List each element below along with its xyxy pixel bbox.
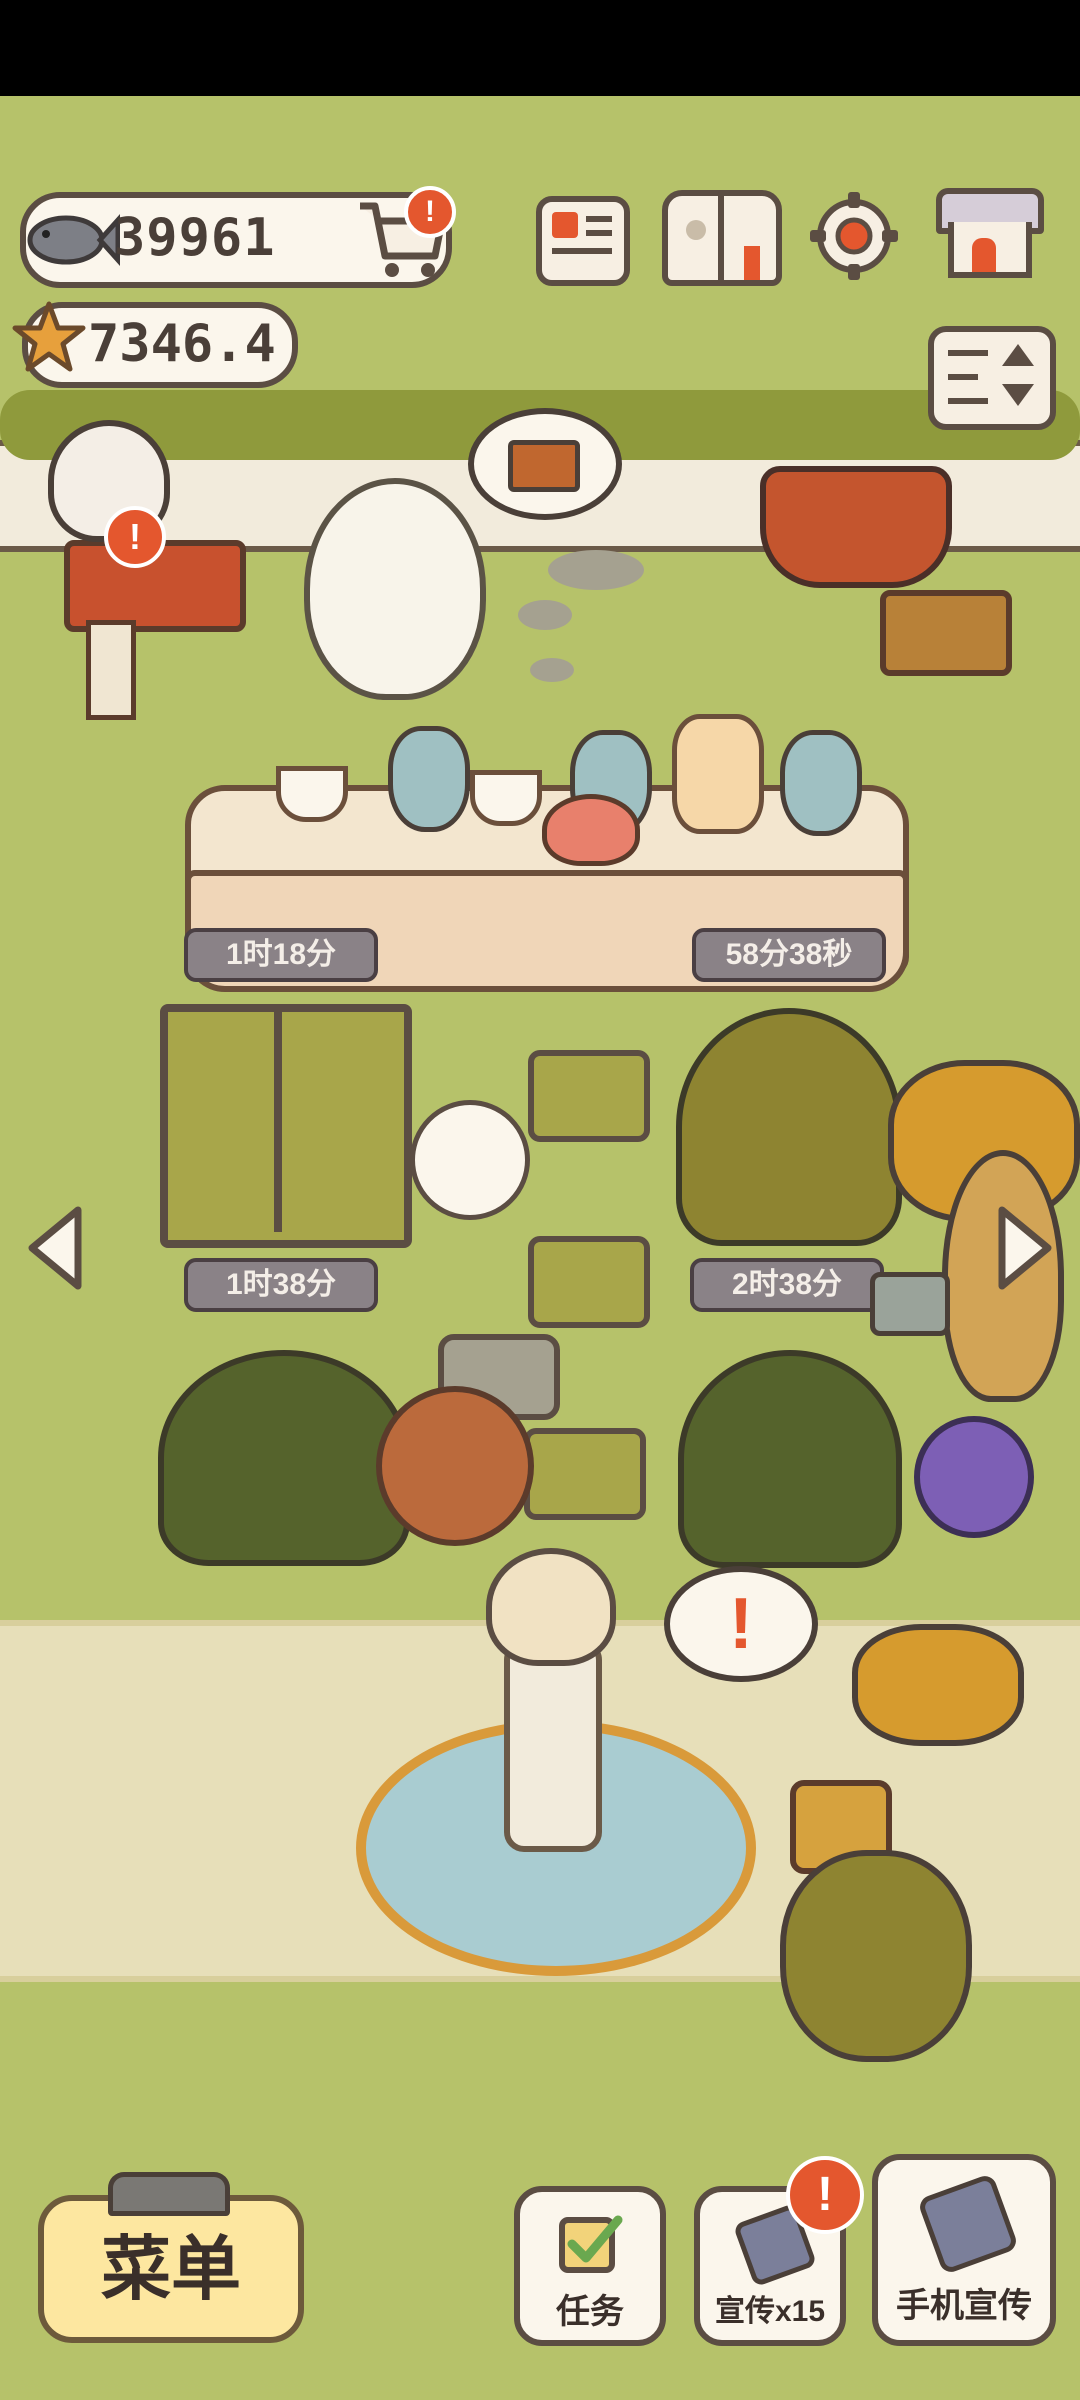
phone-promo-label: 手机宣传 [896,2287,1032,2325]
stepping-stone [548,550,644,590]
picnic-basket[interactable] [880,590,1012,676]
hay-block [528,1050,650,1142]
task-label: 任务 [556,2293,624,2331]
fish-icon [27,214,120,266]
dark-green-bush[interactable] [158,1350,410,1566]
fish-count: 39961 [114,208,276,268]
left-arrow-icon[interactable] [18,1200,88,1296]
menu-button[interactable]: 菜单 [38,2195,304,2343]
dark-green-bush[interactable] [678,1350,902,1568]
menu-label: 菜单 [101,2230,241,2308]
layout-toggle-icon[interactable] [928,326,1056,430]
briefcase-icon [508,440,580,492]
snowy-owl[interactable] [304,478,486,700]
white-flowers [410,1100,530,1220]
fountain-cat[interactable] [486,1548,616,1666]
mailbox-post [86,620,136,720]
olive-bush[interactable] [676,1008,902,1246]
greenhouse[interactable] [160,1004,412,1248]
alert-icon: ! [729,1584,753,1664]
promo-alert-badge: ! [786,2156,864,2234]
checklist-icon [559,2215,623,2273]
cart-alert-badge: ! [404,186,456,238]
phone-promo-button[interactable]: 手机宣传 [872,2154,1056,2346]
purple-flowers [914,1416,1034,1538]
fountain-pillar [504,1640,602,1852]
greenhouse-frame [274,1004,282,1232]
blue-vase [388,726,470,832]
teacup [470,770,542,826]
sunflower-bunch [852,1624,1024,1746]
stepping-stone [530,658,574,682]
table-left-timer: 1时18分 [184,928,378,982]
newspaper-icon[interactable] [536,196,630,286]
phone-icon [916,2172,1020,2276]
teapot [542,794,640,866]
right-arrow-icon[interactable] [992,1200,1062,1296]
task-button[interactable]: 任务 [514,2186,666,2346]
fountain-speech-bubble[interactable]: ! [664,1566,818,1682]
star-count: 7346.4 [88,314,276,374]
bbq-grill[interactable] [760,466,952,588]
bush-timer: 2时38分 [690,1258,884,1312]
paw-book-icon[interactable] [662,190,782,286]
cake-stand [672,714,764,834]
greenhouse-timer: 1时38分 [184,1258,378,1312]
hay-block [528,1236,650,1328]
status-bar [0,0,1080,96]
teacup [276,766,348,822]
clipboard-clip-icon [108,2172,230,2216]
table-right-timer: 58分38秒 [692,928,886,982]
watering-can [870,1272,950,1336]
cat-alert-badge: ! [104,506,166,568]
blue-vase [780,730,862,836]
clover-plant [780,1850,972,2062]
gear-icon[interactable] [806,188,902,284]
stepping-stone [518,600,572,630]
yarn-balls [376,1386,534,1546]
shop-icon[interactable] [936,188,1044,284]
star-icon [12,301,86,372]
promo-label: 宣传x15 [714,2295,826,2328]
hay-block [524,1428,646,1520]
